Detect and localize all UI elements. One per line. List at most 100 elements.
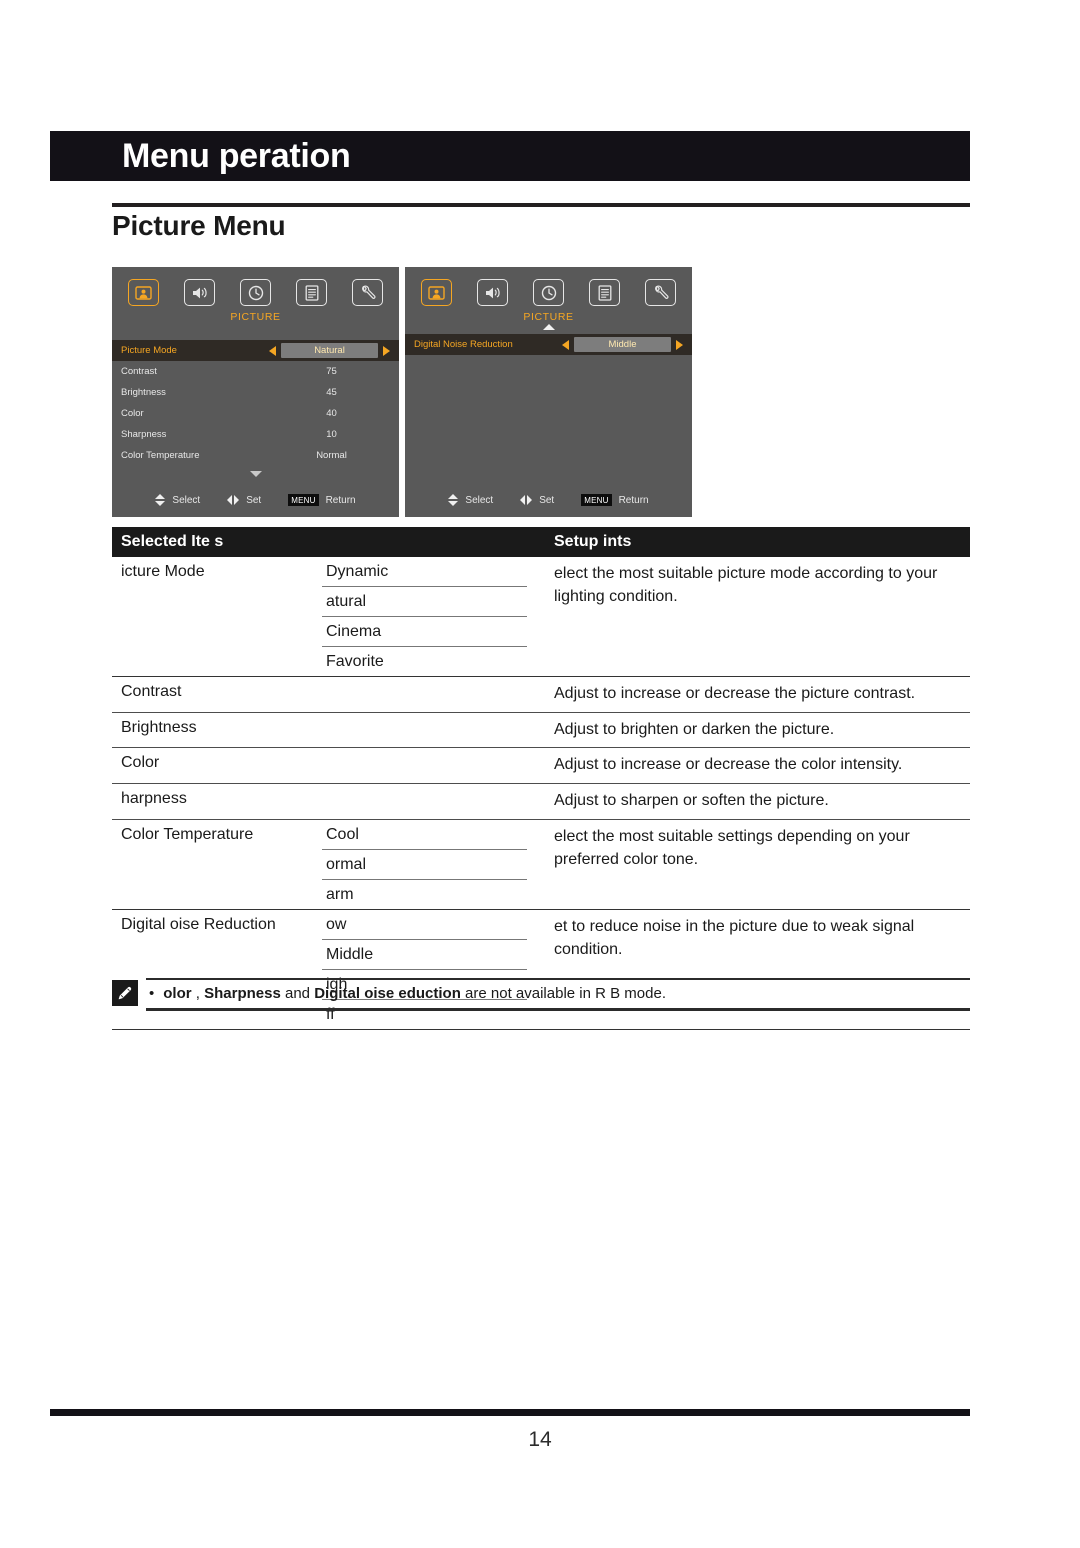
osd-panel-picture-main: PICTURE Picture Mode Natural Contrast 75… bbox=[112, 267, 399, 517]
row-item-label: Color bbox=[121, 754, 160, 772]
row-item-label: Contrast bbox=[121, 683, 182, 700]
option-value: ow bbox=[322, 910, 527, 940]
osd-row-brightness[interactable]: Brightness 45 bbox=[112, 382, 399, 403]
leftright-arrows-icon bbox=[227, 495, 240, 505]
osd-category-label: PICTURE bbox=[523, 311, 574, 323]
footer-divider bbox=[50, 1409, 970, 1416]
option-value: Dynamic bbox=[322, 557, 527, 587]
sound-icon[interactable] bbox=[184, 279, 215, 306]
row-description: Adjust to increase or decrease the pictu… bbox=[554, 685, 916, 702]
row-item-label: Digital oise Reduction bbox=[121, 915, 276, 933]
leftright-arrows-icon bbox=[520, 495, 533, 505]
arrow-right-icon[interactable] bbox=[383, 345, 390, 356]
row-description: Adjust to sharpen or soften the picture. bbox=[554, 792, 829, 810]
time-icon[interactable] bbox=[240, 279, 271, 306]
setup-icon[interactable] bbox=[645, 279, 676, 306]
table-row: Brightness Adjust to brighten or darken … bbox=[112, 713, 970, 749]
osd-row-digital-noise-reduction[interactable]: Digital Noise Reduction Middle bbox=[405, 334, 692, 355]
picture-icon[interactable] bbox=[421, 279, 452, 306]
column-header-setup-points: Setup ints bbox=[554, 533, 632, 550]
hint-return-label: Return bbox=[618, 494, 649, 506]
section-divider bbox=[112, 203, 970, 207]
bullet-icon: • bbox=[149, 985, 155, 1002]
menu-key-badge: MENU bbox=[581, 494, 612, 506]
row-description: elect the most suitable picture mode acc… bbox=[554, 565, 938, 605]
note-block: • olor , Sharpness and Digital oise educ… bbox=[112, 978, 970, 1011]
row-description: Adjust to brighten or darken the picture… bbox=[554, 720, 835, 738]
table-row: Color Adjust to increase or decrease the… bbox=[112, 748, 970, 785]
row-options: ow Middle igh ff bbox=[322, 910, 544, 1029]
arrow-right-icon[interactable] bbox=[676, 339, 683, 350]
column-header-selected-items: Selected Ite s bbox=[121, 533, 224, 550]
osd-icon-bar bbox=[112, 267, 399, 306]
section-heading: Picture Menu bbox=[112, 210, 286, 241]
option-value: Cinema bbox=[322, 617, 527, 647]
updown-arrows-icon bbox=[448, 494, 459, 506]
hint-select-label: Select bbox=[465, 494, 494, 506]
page-title: Menu peration bbox=[122, 137, 351, 175]
osd-row-label: Picture Mode bbox=[121, 345, 177, 356]
note-content: • olor , Sharpness and Digital oise educ… bbox=[146, 978, 970, 1011]
note-tail: are not available in R B mode. bbox=[460, 985, 666, 1002]
osd-category-label: PICTURE bbox=[230, 311, 281, 323]
table-row: Contrast Adjust to increase or decrease … bbox=[112, 677, 970, 713]
option-value: ormal bbox=[322, 850, 527, 880]
osd-row-contrast[interactable]: Contrast 75 bbox=[112, 361, 399, 382]
arrow-left-icon[interactable] bbox=[562, 339, 569, 350]
row-item-label: Brightness bbox=[121, 718, 197, 736]
option-icon[interactable] bbox=[589, 279, 620, 306]
pencil-note-icon bbox=[112, 980, 138, 1006]
time-icon[interactable] bbox=[533, 279, 564, 306]
osd-arrow-spacer bbox=[112, 323, 399, 336]
osd-row-label: Brightness bbox=[121, 387, 166, 398]
osd-row-list: Picture Mode Natural Contrast 75 Brightn… bbox=[112, 340, 399, 466]
updown-arrows-icon bbox=[155, 494, 166, 506]
option-value: Favorite bbox=[326, 653, 384, 670]
osd-key-hints: Select Set MENU Return bbox=[405, 494, 692, 506]
row-options bbox=[322, 784, 544, 819]
row-options bbox=[322, 748, 544, 783]
row-description: Adjust to increase or decrease the color… bbox=[554, 756, 903, 774]
option-value: Cool bbox=[322, 820, 527, 850]
option-value: atural bbox=[322, 587, 527, 617]
picture-icon[interactable] bbox=[128, 279, 159, 306]
option-value: arm bbox=[326, 885, 354, 903]
option-icon[interactable] bbox=[296, 279, 327, 306]
note-conj: and bbox=[280, 985, 315, 1002]
sound-icon[interactable] bbox=[477, 279, 508, 306]
scroll-down-icon[interactable] bbox=[249, 471, 262, 477]
row-options bbox=[322, 713, 544, 748]
note-text: olor , Sharpness and Digital oise educti… bbox=[163, 985, 666, 1002]
table-row: Digital oise Reduction ow Middle igh ff … bbox=[112, 910, 970, 1030]
note-term-color: olor bbox=[163, 985, 196, 1002]
osd-key-hints: Select Set MENU Return bbox=[112, 494, 399, 506]
menu-key-badge: MENU bbox=[288, 494, 319, 506]
table-row: harpness Adjust to sharpen or soften the… bbox=[112, 784, 970, 820]
osd-row-label: Color Temperature bbox=[121, 450, 200, 461]
osd-row-color[interactable]: Color 40 bbox=[112, 403, 399, 424]
osd-panel-picture-dnr: PICTURE Digital Noise Reduction Middle S… bbox=[405, 267, 692, 517]
osd-row-value: 45 bbox=[326, 387, 337, 398]
row-description: elect the most suitable settings dependi… bbox=[554, 827, 910, 868]
row-options: Dynamic atural Cinema Favorite bbox=[322, 557, 544, 676]
osd-row-value: Middle bbox=[574, 337, 671, 352]
settings-table: Selected Ite s Setup ints icture Mode Dy… bbox=[112, 527, 970, 1030]
osd-row-value: 75 bbox=[326, 366, 337, 377]
scroll-up-icon[interactable] bbox=[542, 324, 555, 330]
row-item-label: icture Mode bbox=[121, 563, 205, 580]
table-row: icture Mode Dynamic atural Cinema Favori… bbox=[112, 557, 970, 677]
option-value: Middle bbox=[322, 940, 527, 970]
hint-select-label: Select bbox=[172, 494, 201, 506]
osd-row-sharpness[interactable]: Sharpness 10 bbox=[112, 424, 399, 445]
page-number: 14 bbox=[528, 1428, 552, 1451]
setup-icon[interactable] bbox=[352, 279, 383, 306]
table-header-row: Selected Ite s Setup ints bbox=[112, 527, 970, 557]
arrow-left-icon[interactable] bbox=[269, 345, 276, 356]
row-options bbox=[322, 677, 544, 712]
osd-row-color-temperature[interactable]: Color Temperature Normal bbox=[112, 445, 399, 466]
osd-row-picture-mode[interactable]: Picture Mode Natural bbox=[112, 340, 399, 361]
hint-return-label: Return bbox=[325, 494, 356, 506]
osd-icon-bar bbox=[405, 267, 692, 306]
page-banner: Menu peration bbox=[50, 131, 970, 181]
row-description: et to reduce noise in the picture due to… bbox=[554, 917, 915, 958]
